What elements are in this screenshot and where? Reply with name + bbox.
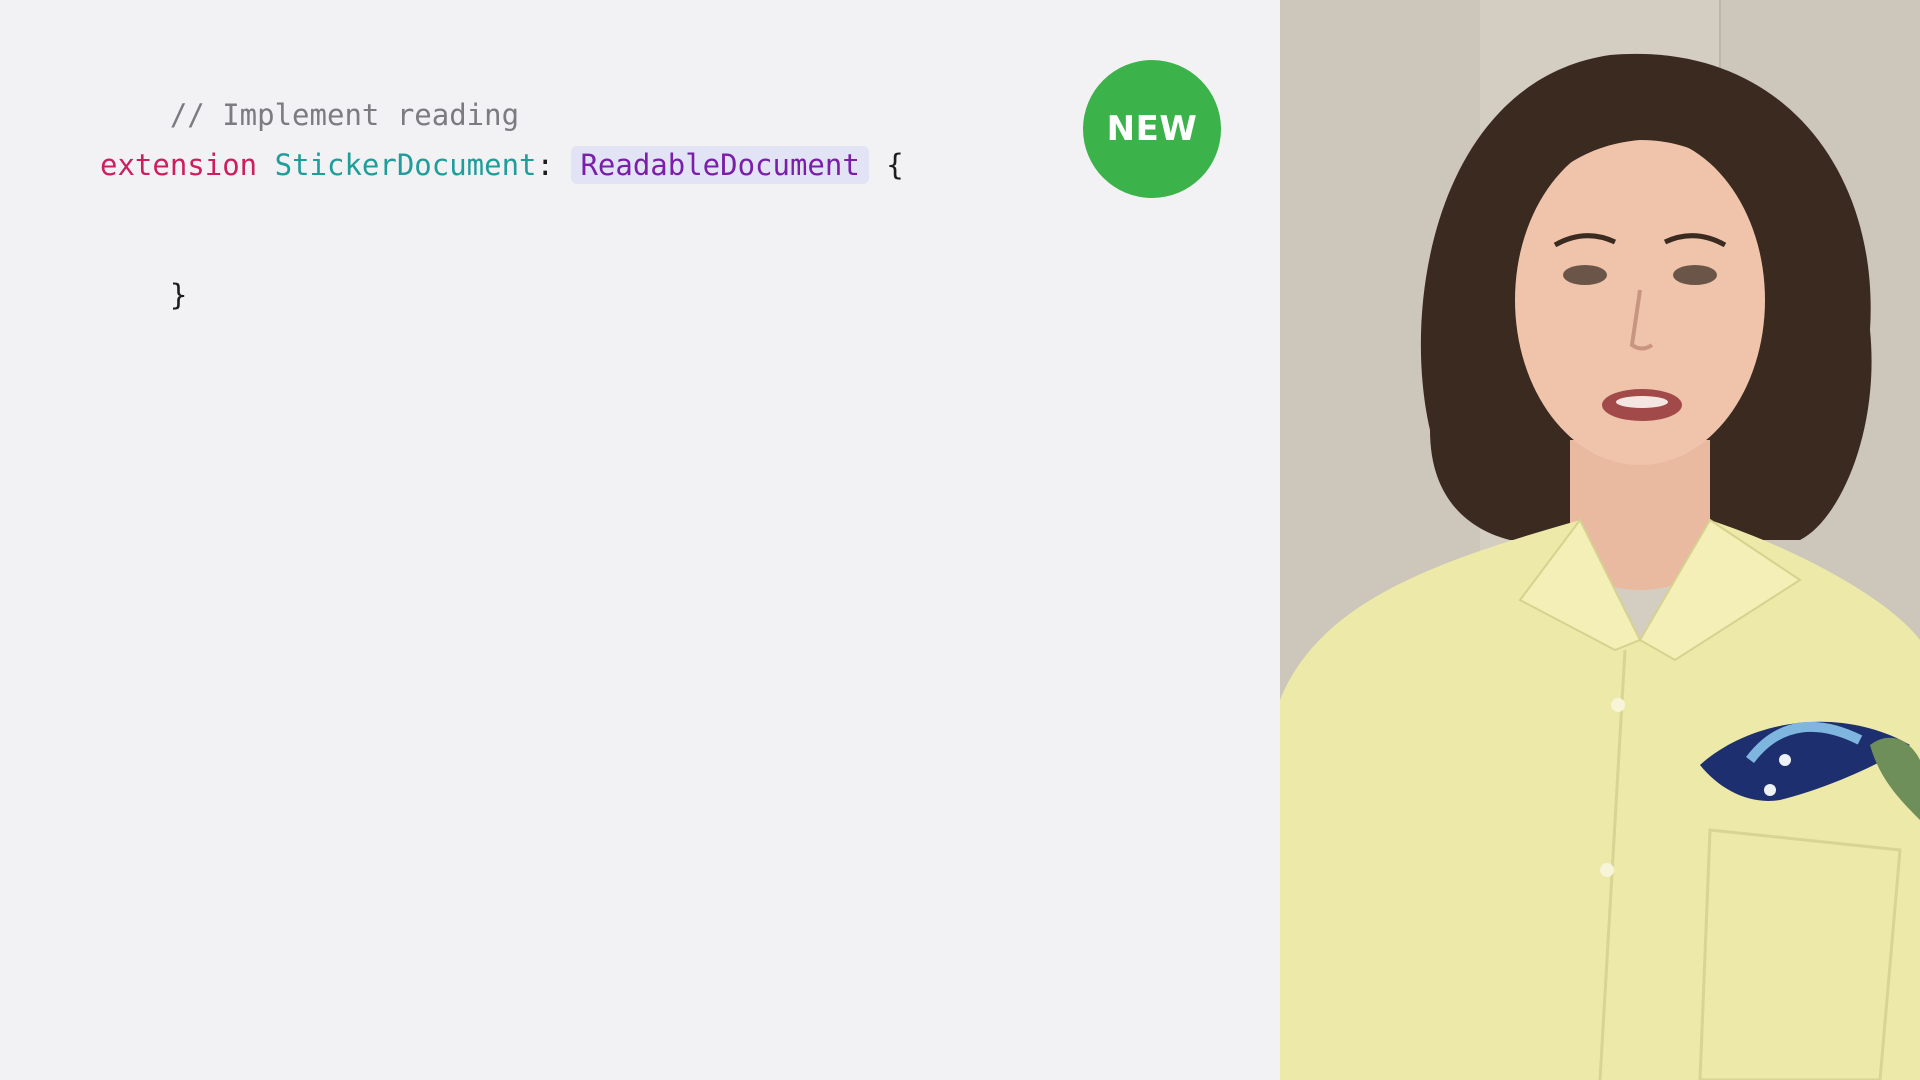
open-brace: { [886,148,904,182]
code-panel: // Implement reading extension StickerDo… [0,0,1280,1080]
protocol-name-highlight: ReadableDocument [571,146,869,184]
code-comment: // Implement reading [169,98,520,132]
close-brace: } [169,278,188,312]
new-badge-label: NEW [1106,109,1198,149]
code-extension-line: extension StickerDocument: ReadableDocum… [100,145,904,185]
colon: : [536,148,554,182]
presenter-video-panel [1280,0,1920,1080]
extension-keyword: extension [100,148,258,182]
type-name: StickerDocument [274,148,537,182]
presenter-video-icon [1280,0,1920,1080]
new-badge: NEW [1083,60,1221,198]
code-close-line: } [100,235,187,355]
